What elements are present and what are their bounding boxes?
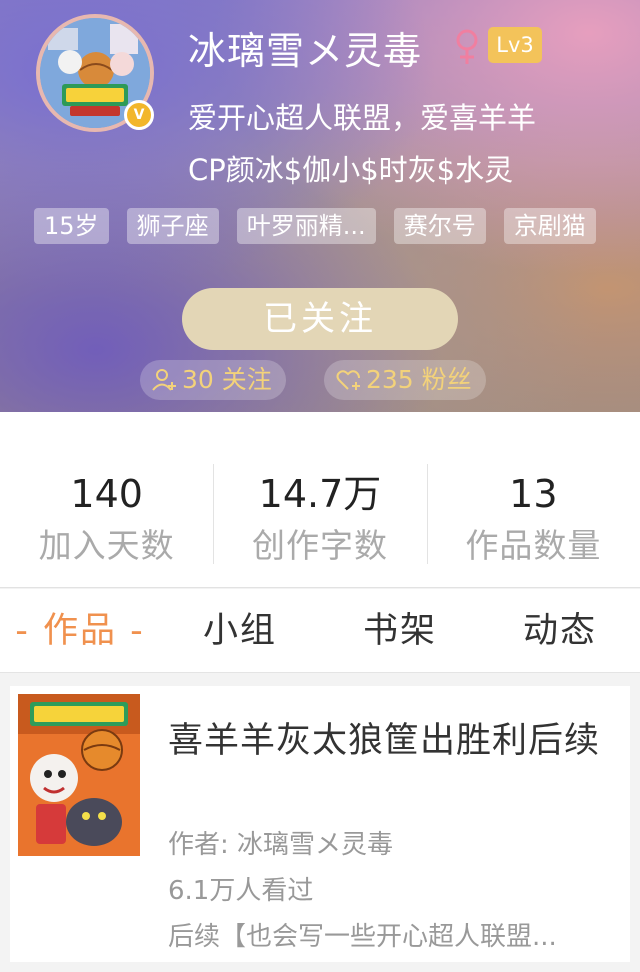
tag-age[interactable]: 15岁	[34, 208, 109, 244]
stat-label: 加入天数	[38, 526, 175, 565]
stat-label: 作品数量	[465, 526, 602, 565]
heart-add-icon	[336, 370, 360, 390]
work-author: 作者: 冰璃雪メ灵毒	[168, 830, 394, 860]
stat-value: 140	[70, 472, 143, 516]
bio: 爱开心超人联盟，爱喜羊羊 CP颜冰$伽小$时灰$水灵	[188, 92, 628, 196]
following-pill[interactable]: 30 关注	[140, 360, 286, 400]
work-views: 6.1万人看过	[168, 876, 314, 906]
work-description: 后续【也会写一些开心超人联盟...	[168, 922, 557, 952]
work-title[interactable]: 喜羊羊灰太狼筐出胜利后续	[168, 712, 630, 763]
user-add-icon	[152, 369, 176, 391]
tag-interest[interactable]: 京剧猫	[503, 208, 596, 244]
tag-interest[interactable]: 叶罗丽精...	[236, 208, 376, 244]
tag-zodiac[interactable]: 狮子座	[126, 208, 219, 244]
bio-line: 爱开心超人联盟，爱喜羊羊	[188, 101, 537, 135]
verified-badge: V	[124, 100, 154, 130]
profile-header: V 冰璃雪メ灵毒 Lv3 爱开心超人联盟，爱喜羊羊 CP颜冰$伽小$时灰$水灵 …	[0, 0, 640, 412]
tag-list: 15岁 狮子座 叶罗丽精... 赛尔号 京剧猫	[34, 208, 640, 246]
tab-works[interactable]: - 作品 -	[0, 589, 160, 672]
level-badge: Lv3	[488, 27, 542, 63]
tab-groups[interactable]: 小组	[160, 589, 320, 672]
stat-days: 140 加入天数	[0, 412, 213, 587]
tag-interest[interactable]: 赛尔号	[393, 208, 486, 244]
work-card[interactable]: 喜羊羊灰太狼筐出胜利后续 作者: 冰璃雪メ灵毒 6.1万人看过 后续【也会写一些…	[10, 686, 630, 962]
stat-value: 14.7万	[258, 472, 382, 516]
following-count: 30 关注	[182, 365, 272, 394]
username: 冰璃雪メ灵毒	[188, 29, 423, 73]
tab-bookshelf[interactable]: 书架	[320, 589, 480, 672]
cover-image	[18, 694, 140, 856]
followers-count: 235 粉丝	[366, 365, 472, 394]
stat-words: 14.7万 创作字数	[213, 412, 426, 587]
tab-bar: - 作品 - 小组 书架 动态	[0, 589, 640, 673]
stats-row: 140 加入天数 14.7万 创作字数 13 作品数量	[0, 412, 640, 588]
bio-line: CP颜冰$伽小$时灰$水灵	[188, 153, 514, 187]
stat-label: 创作字数	[251, 526, 388, 565]
tab-activity[interactable]: 动态	[480, 589, 640, 672]
followers-pill[interactable]: 235 粉丝	[324, 360, 486, 400]
female-icon	[456, 29, 478, 64]
follow-button[interactable]: 已关注	[182, 288, 458, 350]
stat-value: 13	[509, 472, 558, 516]
stat-works: 13 作品数量	[426, 412, 640, 587]
work-cover[interactable]	[18, 694, 140, 856]
